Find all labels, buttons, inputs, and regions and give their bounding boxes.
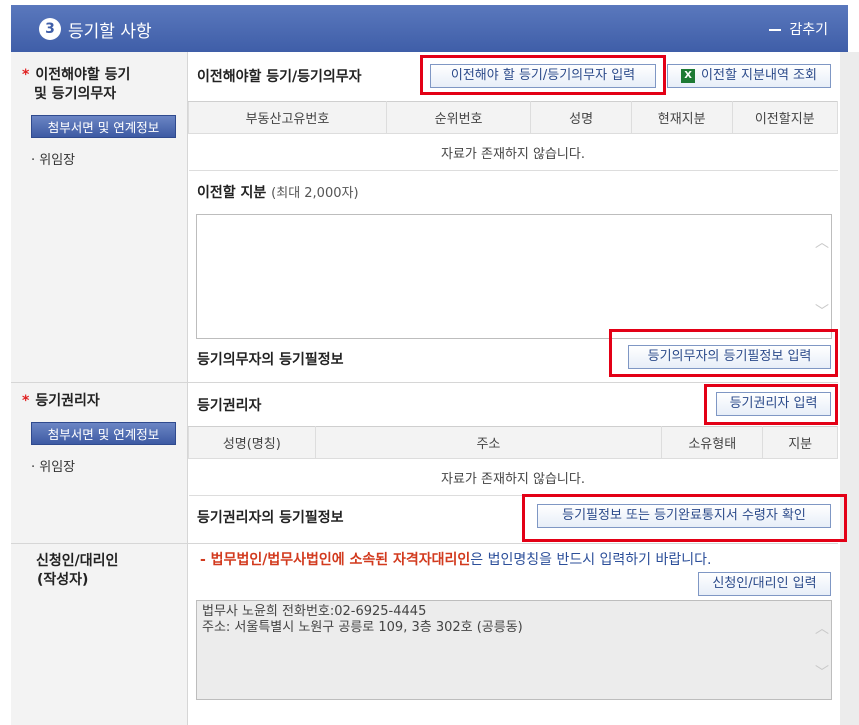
- column-header: 성명(명칭): [188, 426, 316, 459]
- divider: [11, 543, 838, 544]
- transfer-table-label: 이전해야할 등기/등기의무자: [197, 69, 362, 85]
- share-view-button[interactable]: X 이전할 지분내역 조회: [667, 64, 831, 88]
- applicant-textarea-scrollbar[interactable]: ︿ ﹀: [812, 600, 832, 700]
- holder-table: 성명(명칭) 주소 소유형태 지분 자료가 존재하지 않습니다.: [188, 426, 838, 496]
- column-header: 주소: [314, 426, 663, 459]
- holder-table-label: 등기권리자: [197, 398, 262, 414]
- section-header: 3 등기할 사항 감추기: [11, 5, 848, 52]
- required-mark: *: [22, 67, 30, 83]
- scroll-down-icon: ﹀: [815, 665, 829, 681]
- proxy-link[interactable]: · 위임장: [31, 456, 75, 475]
- share-label: 이전할 지분 (최대 2,000자): [197, 185, 359, 201]
- column-header: 성명: [530, 101, 632, 134]
- column-header: 현재지분: [630, 101, 733, 134]
- scroll-down-icon: ﹀: [815, 304, 829, 320]
- empty-row: 자료가 존재하지 않습니다.: [188, 458, 838, 496]
- scroll-up-icon: ︿: [815, 235, 829, 251]
- transfer-section-title: * 이전해야할 등기 및 등기의무자: [22, 67, 131, 102]
- holder-section-title: * 등기권리자: [22, 393, 100, 409]
- column-header: 이전할지분: [731, 101, 838, 134]
- excel-icon: X: [681, 68, 696, 83]
- highlight-box: [420, 55, 666, 95]
- column-header: 소유형태: [661, 426, 764, 459]
- scroll-up-icon: ︿: [815, 621, 829, 637]
- share-textarea[interactable]: [196, 214, 832, 339]
- highlight-box: [609, 329, 838, 377]
- proxy-link[interactable]: · 위임장: [31, 149, 75, 168]
- applicant-section-title: 신청인/대리인 (작성자): [36, 553, 119, 588]
- minus-icon: [769, 29, 782, 31]
- applicant-notice: - 법무법인/법무사법인에 소속된 자격자대리인은 법인명칭을 반드시 입력하기…: [200, 552, 712, 568]
- empty-row: 자료가 존재하지 않습니다.: [188, 133, 838, 171]
- collapse-label: 감추기: [789, 22, 828, 38]
- attachment-info-button[interactable]: 첨부서면 및 연계정보: [31, 422, 176, 445]
- applicant-textarea[interactable]: 법무사 노윤희 전화번호:02-6925-4445 주소: 서울특별시 노원구 …: [196, 600, 832, 700]
- scrollbar-track[interactable]: [840, 52, 859, 725]
- attachment-info-button[interactable]: 첨부서면 및 연계정보: [31, 115, 176, 138]
- highlight-box: [522, 494, 847, 542]
- holder-info-label: 등기권리자의 등기필정보: [197, 510, 344, 526]
- column-header: 부동산고유번호: [188, 101, 387, 134]
- column-header: 지분: [762, 426, 838, 459]
- highlight-box: [704, 384, 838, 425]
- required-mark: *: [22, 393, 30, 409]
- divider: [11, 382, 838, 383]
- transfer-table: 부동산고유번호 순위번호 성명 현재지분 이전할지분 자료가 존재하지 않습니다…: [188, 101, 838, 171]
- step-number: 3: [39, 18, 61, 40]
- applicant-input-button[interactable]: 신청인/대리인 입력: [698, 572, 831, 596]
- column-header: 순위번호: [385, 101, 532, 134]
- collapse-button[interactable]: 감추기: [769, 19, 828, 39]
- share-textarea-scrollbar[interactable]: ︿ ﹀: [812, 214, 832, 339]
- obligor-info-label: 등기의무자의 등기필정보: [197, 352, 344, 368]
- section-title: 등기할 사항: [68, 22, 152, 42]
